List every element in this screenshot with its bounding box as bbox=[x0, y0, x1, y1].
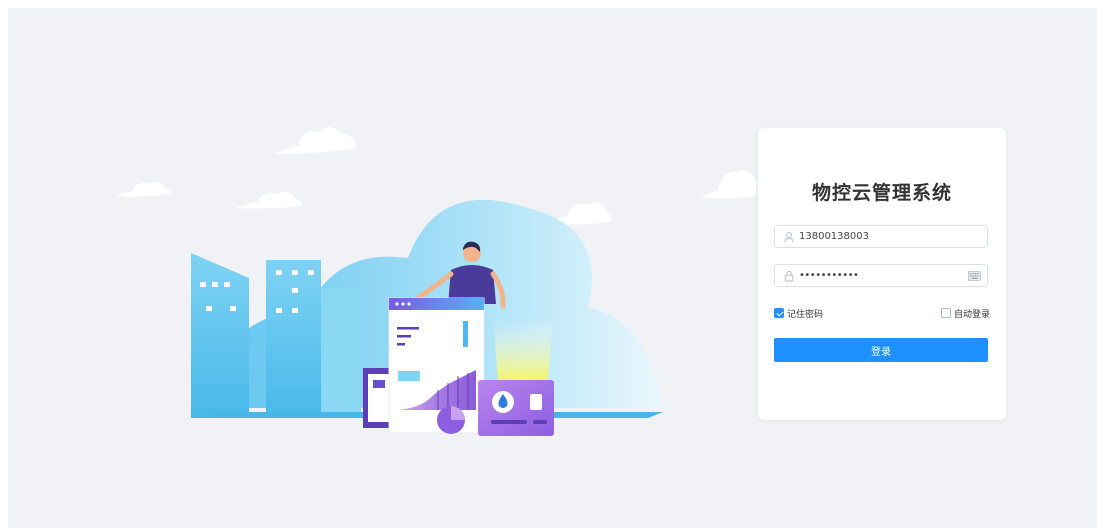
system-title: 物控云管理系统 bbox=[811, 182, 952, 204]
auto-login-checkbox[interactable] bbox=[940, 308, 951, 318]
keyboard-icon[interactable] bbox=[968, 271, 981, 281]
remember-password-option[interactable]: 记住密码 bbox=[774, 306, 823, 320]
username-field[interactable]: 13800138003 bbox=[774, 225, 988, 248]
lock-icon bbox=[784, 270, 794, 282]
login-page: 物控云管理系统 13800138003 ••••••••••• 记住密码 自动登… bbox=[8, 8, 1097, 528]
hero-illustration bbox=[191, 199, 663, 436]
user-icon bbox=[784, 232, 794, 243]
login-button[interactable]: 登录 bbox=[774, 338, 988, 362]
remember-password-checkbox[interactable] bbox=[774, 308, 784, 318]
password-value: ••••••••••• bbox=[799, 270, 859, 281]
remember-password-label: 记住密码 bbox=[787, 309, 824, 320]
login-card: 物控云管理系统 13800138003 ••••••••••• 记住密码 自动登… bbox=[758, 128, 1006, 420]
auto-login-label: 自动登录 bbox=[953, 309, 990, 320]
username-value: 13800138003 bbox=[799, 231, 869, 242]
auto-login-option[interactable]: 自动登录 bbox=[940, 306, 990, 320]
password-field[interactable]: ••••••••••• bbox=[774, 264, 988, 287]
